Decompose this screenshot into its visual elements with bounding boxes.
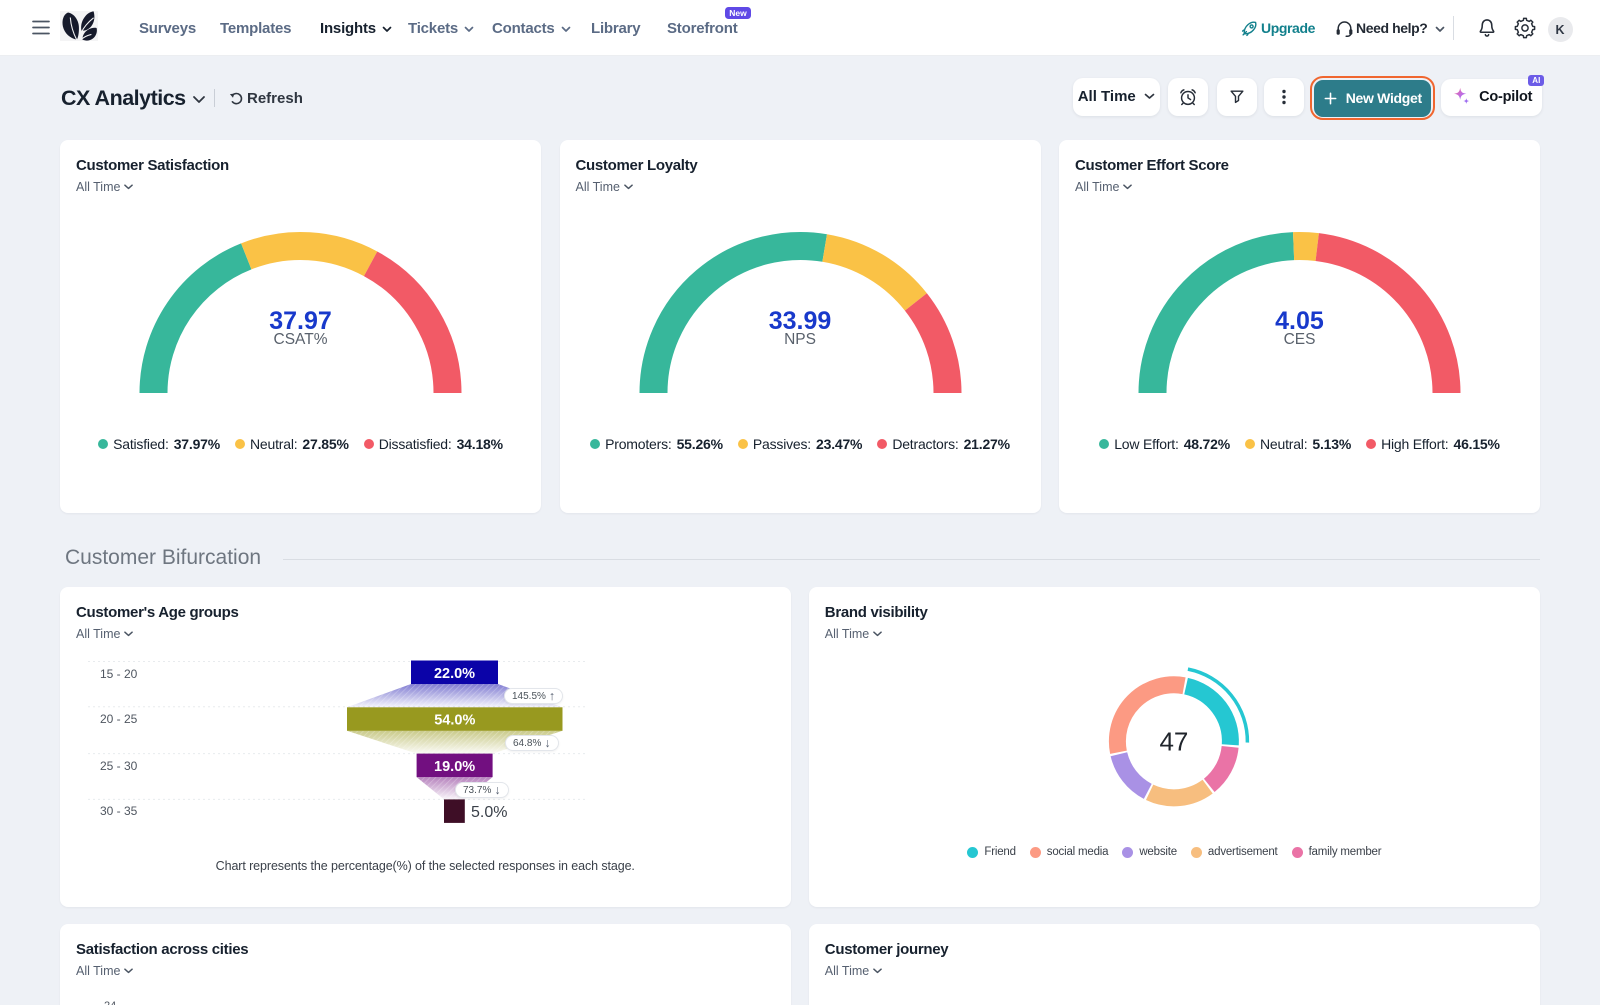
svg-text:54.0%: 54.0% (434, 713, 475, 729)
svg-text:5.0%: 5.0% (471, 804, 507, 821)
svg-text:19.0%: 19.0% (434, 759, 475, 775)
svg-text:22.0%: 22.0% (434, 666, 475, 682)
svg-text:47: 47 (1159, 726, 1188, 756)
